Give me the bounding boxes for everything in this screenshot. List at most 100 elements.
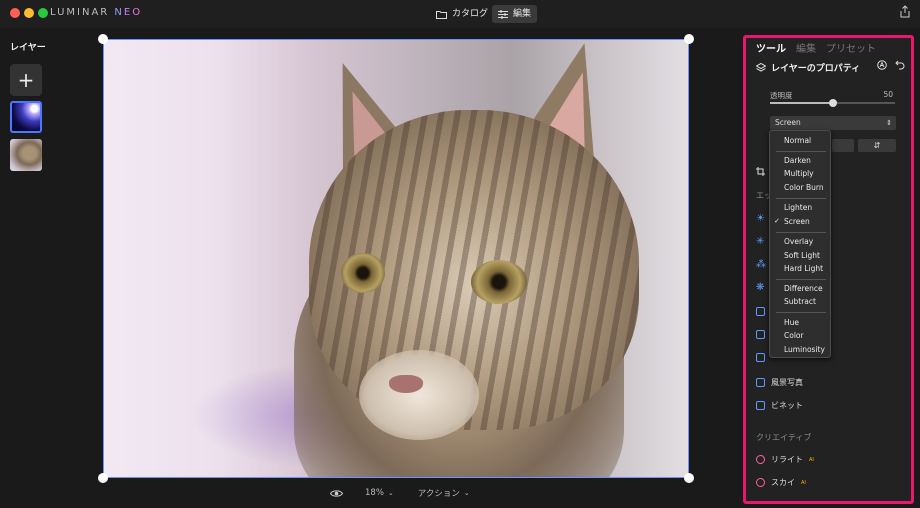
- layer-thumbnail-photo[interactable]: [10, 139, 42, 171]
- blend-option-multiply[interactable]: Multiply: [784, 169, 814, 178]
- details-icon[interactable]: [756, 330, 765, 339]
- cat-muzzle: [359, 350, 479, 440]
- blend-mode-dropdown: Normal Darken Multiply Color Burn Lighte…: [769, 130, 831, 358]
- dropdown-divider: [776, 312, 826, 313]
- logo-neo: NEO: [114, 7, 143, 18]
- opacity-slider-fill: [770, 102, 833, 104]
- catalog-button[interactable]: カタログ: [430, 5, 494, 23]
- blend-option-screen[interactable]: Screen: [784, 217, 810, 226]
- chevron-down-icon: ⌄: [463, 489, 470, 497]
- opacity-slider-knob[interactable]: [828, 99, 837, 107]
- zoom-window-button[interactable]: [38, 8, 48, 18]
- tool-vignette-label: ビネット: [771, 401, 803, 410]
- opacity-slider[interactable]: [770, 99, 895, 107]
- share-icon[interactable]: [900, 5, 910, 18]
- vignette-icon: [756, 401, 765, 410]
- tab-tools[interactable]: ツール: [756, 40, 786, 55]
- tab-edit[interactable]: 編集: [796, 40, 816, 55]
- tool-relight[interactable]: リライト AI: [756, 454, 814, 465]
- blend-option-luminosity[interactable]: Luminosity: [784, 345, 825, 354]
- chevron-down-icon: ⌄: [387, 489, 394, 497]
- title-bar: LUMINAR NEO カタログ 編集: [0, 0, 920, 28]
- zoom-value: 18%: [365, 488, 384, 498]
- blend-option-color-burn[interactable]: Color Burn: [784, 183, 824, 192]
- tool-relight-label: リライト: [771, 455, 803, 464]
- transform-handle-bottom-right[interactable]: [684, 473, 694, 483]
- flip-icon: ⇵: [873, 141, 881, 150]
- eye-icon[interactable]: [330, 489, 343, 498]
- blend-option-hue[interactable]: Hue: [784, 318, 799, 327]
- image-canvas[interactable]: [103, 39, 689, 478]
- logo-text: LUMINAR: [50, 7, 115, 18]
- add-layer-button[interactable]: +: [10, 64, 42, 96]
- ai-badge: AI: [809, 456, 814, 463]
- undo-icon[interactable]: [895, 60, 905, 70]
- dropdown-divider: [776, 279, 826, 280]
- tool-landscape[interactable]: 風景写真: [756, 377, 803, 388]
- folder-icon: [436, 10, 447, 19]
- edit-button[interactable]: 編集: [492, 5, 538, 23]
- action-label: アクション: [417, 489, 460, 499]
- opacity-label: 透明度: [770, 91, 793, 100]
- blend-mode-value: Screen: [775, 118, 801, 127]
- relight-icon: [756, 455, 765, 464]
- action-dropdown[interactable]: アクション ⌄: [418, 487, 470, 499]
- tool-vignette[interactable]: ビネット: [756, 400, 803, 411]
- light-icon[interactable]: ☀: [756, 213, 765, 224]
- ai-badge: AI: [801, 479, 806, 486]
- dropdown-divider: [776, 151, 826, 152]
- checkmark-icon: ✓: [774, 217, 780, 225]
- blend-option-overlay[interactable]: Overlay: [784, 237, 813, 246]
- bw-icon[interactable]: [756, 307, 765, 316]
- layers-icon: [756, 62, 766, 72]
- layer-properties-header[interactable]: レイヤーのプロパティ: [756, 61, 860, 74]
- blend-option-lighten[interactable]: Lighten: [784, 203, 812, 212]
- panel-tabs: ツール 編集 プリセット: [756, 40, 876, 55]
- cat-nose: [389, 375, 423, 393]
- sliders-icon: [498, 9, 508, 19]
- layers-title: レイヤー: [10, 43, 46, 53]
- transform-handle-bottom-left[interactable]: [98, 473, 108, 483]
- opacity-value: 50: [883, 90, 893, 99]
- bottom-toolbar: 18% ⌄ アクション ⌄: [330, 485, 470, 501]
- blend-option-color[interactable]: Color: [784, 331, 804, 340]
- blend-option-subtract[interactable]: Subtract: [784, 297, 816, 306]
- chevron-updown-icon: ⇕: [886, 119, 892, 127]
- enhance-icon[interactable]: ✳: [756, 236, 764, 247]
- tool-sky[interactable]: スカイ AI: [756, 477, 806, 488]
- zoom-dropdown[interactable]: 18% ⌄: [365, 488, 394, 498]
- tool-sky-label: スカイ: [771, 478, 795, 487]
- layer-properties-title: レイヤーのプロパティ: [771, 64, 861, 74]
- section-creative: クリエイティブ: [756, 433, 812, 442]
- color-icon[interactable]: ❋: [756, 282, 764, 293]
- blend-option-difference[interactable]: Difference: [784, 284, 823, 293]
- auto-adjust-icon[interactable]: [877, 60, 887, 70]
- layer-thumbnail-overlay[interactable]: [10, 101, 42, 133]
- blend-option-normal[interactable]: Normal: [784, 136, 811, 145]
- structure-icon[interactable]: ⁂: [756, 259, 766, 270]
- blend-option-soft-light[interactable]: Soft Light: [784, 251, 820, 260]
- crop-icon[interactable]: [756, 167, 765, 176]
- blend-option-darken[interactable]: Darken: [784, 156, 811, 165]
- layer-properties-actions: [877, 60, 905, 70]
- minimize-window-button[interactable]: [24, 8, 34, 18]
- catalog-label: カタログ: [452, 9, 489, 19]
- cat-eye-right: [471, 260, 527, 304]
- transform-handle-top-right[interactable]: [684, 34, 694, 44]
- blend-mode-select[interactable]: Screen ⇕: [770, 116, 896, 130]
- denoise-icon[interactable]: [756, 353, 765, 362]
- sky-icon: [756, 478, 765, 487]
- dropdown-divider: [776, 198, 826, 199]
- tool-landscape-label: 風景写真: [771, 378, 803, 387]
- landscape-icon: [756, 378, 765, 387]
- close-window-button[interactable]: [10, 8, 20, 18]
- flip-button[interactable]: ⇵: [858, 139, 896, 152]
- cat-eye-left: [341, 253, 385, 293]
- transform-handle-top-left[interactable]: [98, 34, 108, 44]
- plus-icon: +: [17, 68, 35, 92]
- tab-presets[interactable]: プリセット: [826, 40, 876, 55]
- app-logo: LUMINAR NEO: [50, 7, 142, 18]
- blend-option-hard-light[interactable]: Hard Light: [784, 264, 823, 273]
- dropdown-divider: [776, 232, 826, 233]
- mask-button[interactable]: [832, 139, 854, 152]
